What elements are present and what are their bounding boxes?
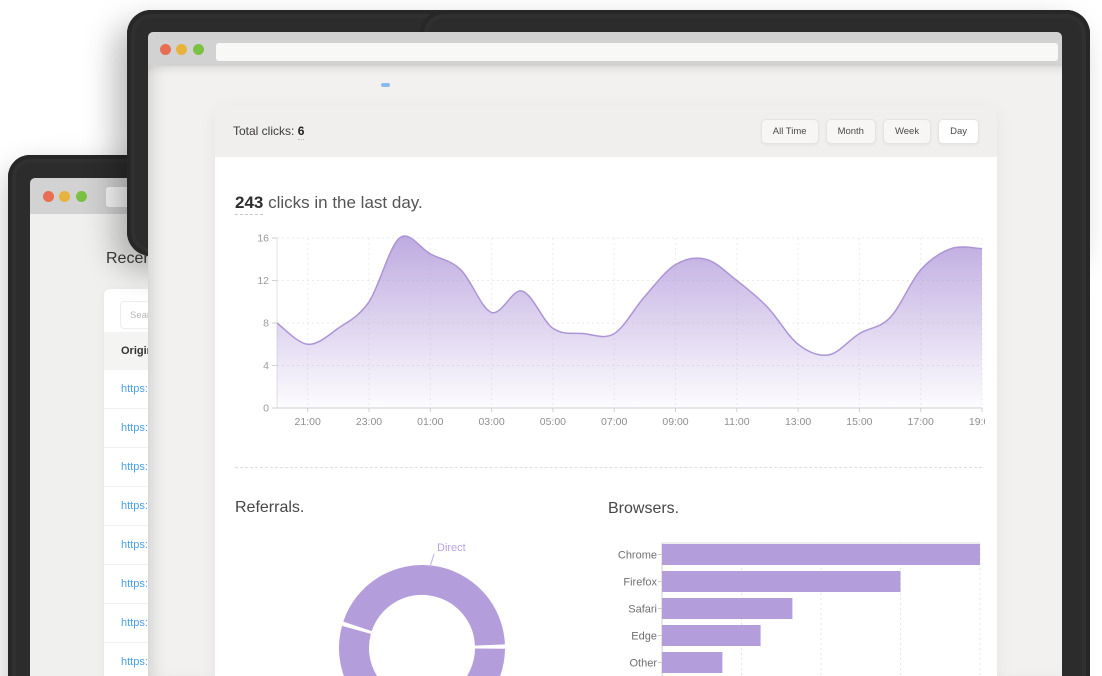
svg-text:8: 8 <box>263 318 269 330</box>
svg-text:16: 16 <box>257 233 269 245</box>
zoom-window-icon[interactable] <box>193 44 204 55</box>
zoom-window-icon[interactable] <box>76 191 87 202</box>
analytics-card: Total clicks: 6 All Time Month Week Day … <box>215 105 997 676</box>
clicks-headline-text: clicks in the last day. <box>263 193 422 212</box>
total-clicks-value: 6 <box>298 124 305 140</box>
svg-text:19:00: 19:00 <box>969 416 985 428</box>
minimize-window-icon[interactable] <box>176 44 187 55</box>
mini-logo-mark <box>381 83 390 87</box>
minimize-window-icon[interactable] <box>59 191 70 202</box>
svg-text:Edge: Edge <box>631 631 657 643</box>
clicks-count: 243 <box>235 193 263 215</box>
range-button-group: All Time Month Week Day <box>761 119 979 144</box>
svg-text:05:00: 05:00 <box>540 416 566 428</box>
section-divider <box>235 467 982 468</box>
svg-text:4: 4 <box>263 360 269 372</box>
svg-text:09:00: 09:00 <box>662 416 688 428</box>
referrals-section-title: Referrals. <box>235 499 304 517</box>
desktop-stage: Recen Origin https: https: https: https:… <box>0 0 1102 676</box>
svg-text:13:00: 13:00 <box>785 416 811 428</box>
svg-text:Firefox: Firefox <box>623 577 657 589</box>
referrals-donut-chart: Direct <box>315 530 535 676</box>
svg-text:15:00: 15:00 <box>846 416 872 428</box>
dashboard-browser-window: Total clicks: 6 All Time Month Week Day … <box>148 32 1062 676</box>
svg-text:17:00: 17:00 <box>908 416 934 428</box>
clicks-area-chart: 0 4 8 12 16 21:00 23:00 01:00 03:00 05:00 07:00 09:… <box>230 228 985 433</box>
svg-text:Chrome: Chrome <box>618 550 657 562</box>
range-button-month[interactable]: Month <box>826 119 876 144</box>
dashboard-titlebar[interactable] <box>148 32 1062 66</box>
svg-text:12: 12 <box>257 275 269 287</box>
svg-text:0: 0 <box>263 403 269 415</box>
range-button-day[interactable]: Day <box>938 119 979 144</box>
svg-text:23:00: 23:00 <box>356 416 382 428</box>
svg-text:Other: Other <box>629 658 657 670</box>
close-window-icon[interactable] <box>43 191 54 202</box>
browsers-bar-chart: Chrome Firefox Safari Edge Other <box>600 530 997 676</box>
svg-text:03:00: 03:00 <box>478 416 504 428</box>
close-window-icon[interactable] <box>160 44 171 55</box>
dashboard-page: Total clicks: 6 All Time Month Week Day … <box>148 66 1062 676</box>
total-clicks-label: Total clicks: 6 <box>233 124 304 138</box>
clicks-headline: 243 clicks in the last day. <box>235 193 423 213</box>
svg-text:Safari: Safari <box>628 604 657 616</box>
svg-text:01:00: 01:00 <box>417 416 443 428</box>
svg-text:Direct: Direct <box>437 542 466 554</box>
svg-text:11:00: 11:00 <box>724 416 750 428</box>
svg-text:07:00: 07:00 <box>601 416 627 428</box>
range-button-week[interactable]: Week <box>883 119 931 144</box>
address-bar[interactable] <box>216 43 1058 61</box>
range-button-all-time[interactable]: All Time <box>761 119 819 144</box>
total-clicks-text: Total clicks: <box>233 124 298 138</box>
browsers-section-title: Browsers. <box>608 500 679 518</box>
stats-bar: Total clicks: 6 All Time Month Week Day <box>215 105 997 157</box>
svg-text:21:00: 21:00 <box>295 416 321 428</box>
